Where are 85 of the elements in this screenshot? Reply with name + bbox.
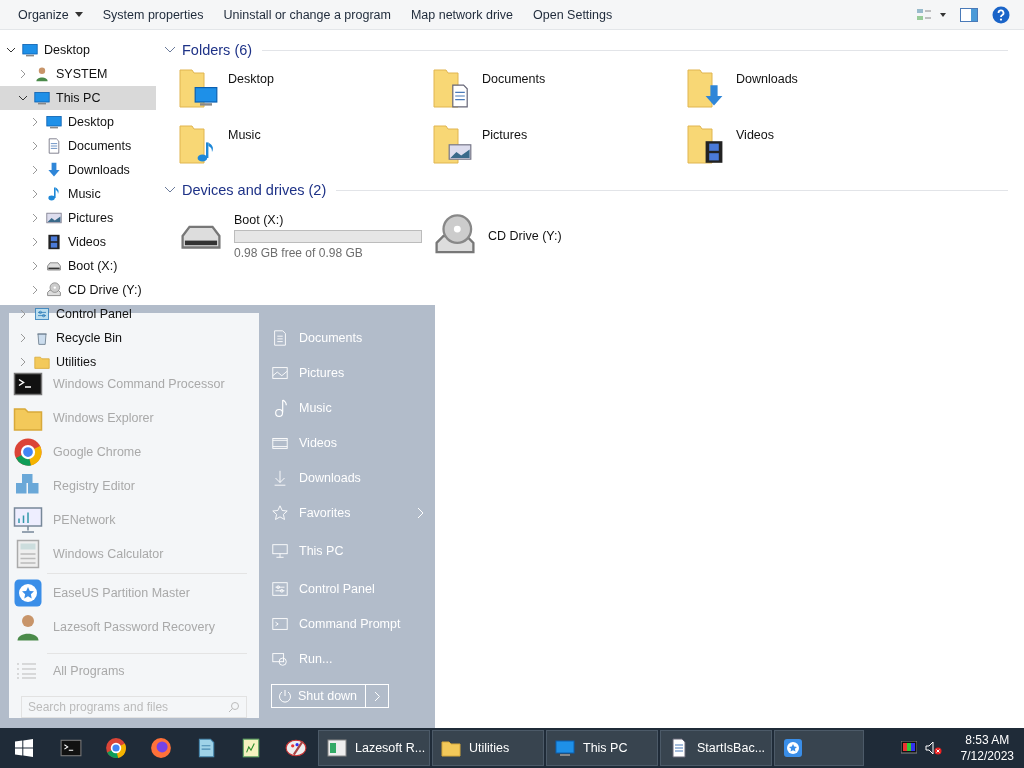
window-icon (327, 738, 347, 758)
expand-chevron-icon[interactable] (30, 141, 40, 151)
document-icon (46, 138, 62, 154)
control-panel-icon (271, 579, 289, 598)
fox-browser-icon (149, 737, 172, 759)
picture-icon (46, 210, 62, 226)
tree-item[interactable]: CD Drive (Y:) (0, 278, 146, 302)
expand-chevron-icon[interactable] (30, 261, 40, 271)
folder-label[interactable]: Desktop (228, 66, 274, 86)
taskbar-window-button[interactable]: StartIsBac... (660, 730, 772, 766)
folder-icon (432, 122, 474, 166)
music-note-icon (46, 186, 62, 202)
expand-chevron-icon[interactable] (30, 237, 40, 247)
folder-icon (441, 738, 461, 758)
toolbar-button[interactable]: Map network drive (400, 0, 524, 29)
toolbar-button[interactable]: Organize (8, 0, 93, 29)
tree-item[interactable]: This PC (0, 86, 156, 110)
taskbar-window-button[interactable] (774, 730, 864, 766)
search-icon (228, 701, 240, 713)
expand-chevron-icon[interactable] (30, 165, 40, 175)
star-icon (271, 503, 289, 522)
expand-chevron-icon[interactable] (30, 189, 40, 199)
folder-label[interactable]: Videos (736, 122, 774, 142)
help-icon[interactable] (992, 5, 1010, 24)
folder-label[interactable]: Documents (482, 66, 546, 86)
folder-label[interactable]: Music (228, 122, 261, 142)
person-icon (34, 66, 50, 82)
volume-muted-icon[interactable] (924, 741, 943, 755)
disc-drive-icon (46, 282, 62, 298)
tree-item[interactable]: Desktop (0, 38, 94, 62)
monitor-icon (46, 114, 62, 130)
clock[interactable]: 8:53 AM 7/12/2023 (960, 732, 1014, 764)
tree-item[interactable]: Pictures (0, 206, 118, 230)
monitor-icon (22, 42, 38, 58)
search-field[interactable]: Search programs and files (21, 696, 247, 718)
tree-item[interactable]: Music (0, 182, 105, 206)
toolbar-button[interactable]: Uninstall or change a program (213, 0, 401, 29)
section-title: Devices and drives (2) (182, 182, 327, 198)
terminal-icon (59, 737, 82, 759)
bin-icon (34, 330, 50, 346)
expand-chevron-icon[interactable] (30, 285, 40, 295)
tree-item[interactable]: Recycle Bin (0, 326, 126, 350)
expand-chevron-icon[interactable] (30, 117, 40, 127)
down-arrow-icon (46, 162, 62, 178)
view-options-icon[interactable] (916, 7, 946, 22)
preview-pane-icon[interactable] (960, 7, 978, 22)
chevron-right-icon (373, 690, 381, 702)
document-icon (271, 328, 289, 347)
monitor-icon (271, 541, 289, 560)
computer-icon (34, 90, 50, 106)
toolbar-button[interactable]: System properties (92, 0, 214, 29)
expand-chevron-icon[interactable] (18, 69, 28, 79)
taskbar-window-button[interactable]: This PC (546, 730, 658, 766)
free-space-text: 0.98 GB free of 0.98 GB (234, 245, 364, 260)
paint-icon (284, 737, 307, 759)
folder-label[interactable]: Downloads (736, 66, 798, 86)
folder-icon (178, 66, 220, 110)
collapse-chevron-icon[interactable] (6, 45, 16, 55)
color-display-icon[interactable] (900, 741, 917, 755)
drive-label[interactable]: Boot (X:) (234, 212, 422, 227)
document-icon (669, 738, 689, 758)
browser-icon (104, 737, 127, 759)
chart-monitor-icon (13, 505, 43, 535)
toolbar-button[interactable]: Open Settings (523, 0, 623, 29)
taskbar-window-button[interactable]: Lazesoft R... (318, 730, 430, 766)
film-icon (46, 234, 62, 250)
tree-item[interactable]: Documents (0, 134, 136, 158)
tree-item[interactable]: SYSTEM (0, 62, 112, 86)
taskbar-window-button[interactable]: Utilities (432, 730, 544, 766)
drive-label[interactable]: CD Drive (Y:) (488, 229, 562, 243)
folder-label[interactable]: Pictures (482, 122, 528, 142)
windows-logo-icon (15, 739, 33, 757)
computer-icon (555, 738, 575, 758)
date-text: 7/12/2023 (960, 748, 1014, 764)
expand-chevron-icon[interactable] (30, 213, 40, 223)
power-icon (278, 689, 292, 703)
collapse-chevron-icon[interactable] (18, 93, 28, 103)
folder-icon (34, 354, 50, 370)
tree-item[interactable]: Videos (0, 230, 110, 254)
browser-icon (13, 437, 43, 467)
tree-item[interactable]: Boot (X:) (0, 254, 122, 278)
section-title: Folders (6) (182, 42, 253, 58)
time-text: 8:53 AM (965, 732, 1010, 748)
tree-item[interactable]: Downloads (0, 158, 134, 182)
tree-item[interactable]: Desktop (0, 110, 118, 134)
